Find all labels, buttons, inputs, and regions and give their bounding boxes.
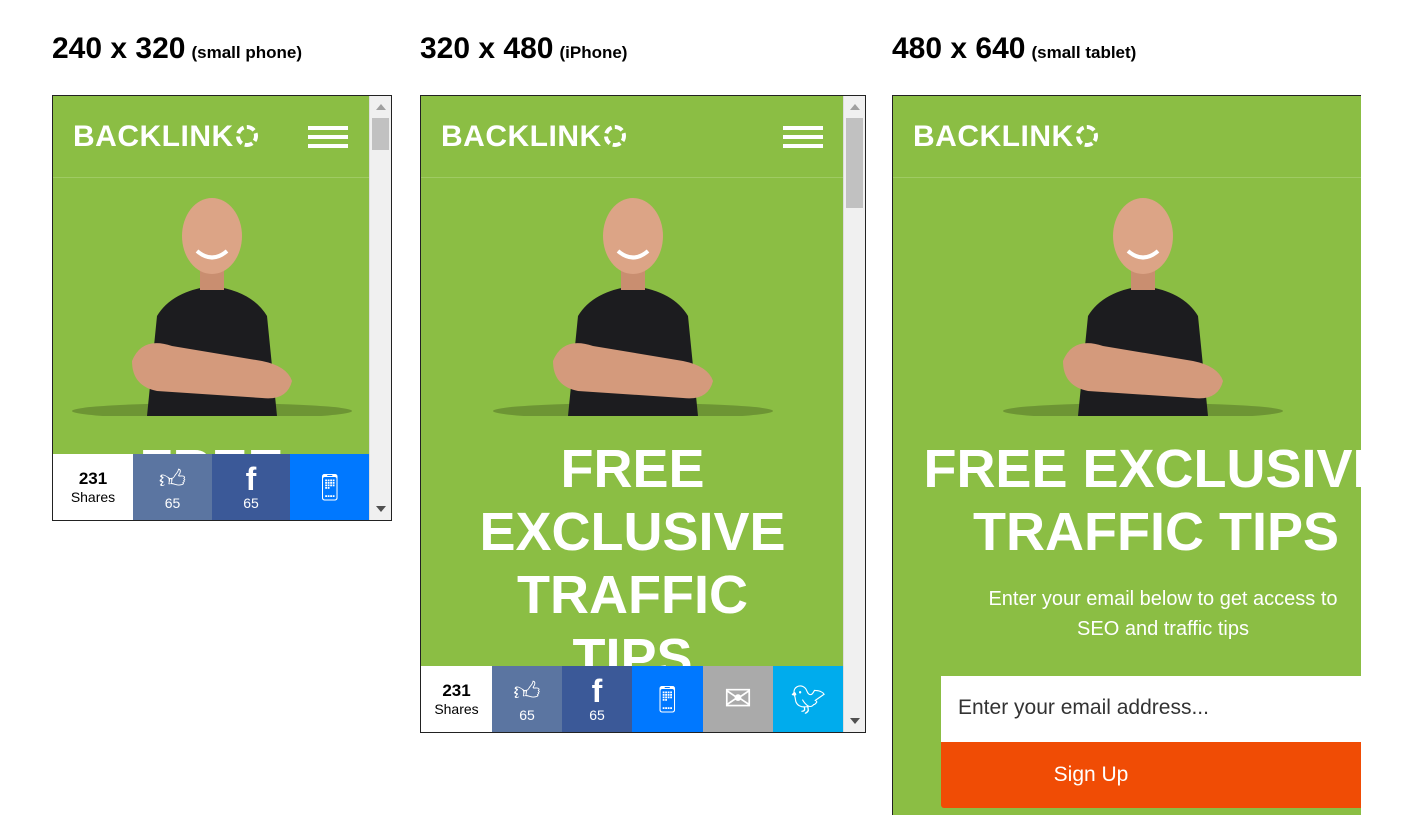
share-bar: 231 Shares 👍︎ 65 f 65 📱︎ ✉︎ 🐦︎ xyxy=(421,666,844,732)
small-phone-frame: BACKLINK FREE 231Shares 👍︎65 f65 📱︎ xyxy=(52,95,392,521)
sms-share-button[interactable]: 📱︎ xyxy=(290,454,370,520)
frame-label-iphone: 320 x 480 (iPhone) xyxy=(420,32,628,65)
backlinko-logo: BACKLINK xyxy=(73,120,258,154)
share-bar: 231 Shares 👍︎ 65 f 65 📱︎ xyxy=(53,454,370,520)
share-count: 231 Shares xyxy=(421,666,492,732)
hero-subtitle: Enter your email below to get access to S… xyxy=(988,588,1338,640)
thumbs-up-icon: 👍︎ xyxy=(513,675,541,706)
site-header: BACKLINK xyxy=(53,96,370,178)
frame-label-small-tablet: 480 x 640 (small tablet) xyxy=(892,32,1137,65)
like-button[interactable]: 👍︎ 65 xyxy=(492,666,562,732)
frame-label-small-phone: 240 x 320 (small phone) xyxy=(52,32,302,65)
scrollbar[interactable] xyxy=(843,96,865,732)
thumbs-up-icon: 👍︎ xyxy=(158,463,187,494)
hero-title: FREE EXCLUSIVE TRAFFIC TIPS xyxy=(923,439,1361,562)
like-button[interactable]: 👍︎ 65 xyxy=(133,454,212,520)
scrollbar[interactable] xyxy=(369,96,391,520)
sms-phone-icon: 📱︎ xyxy=(650,683,684,714)
hero-title: FREE EXCLUSIVE TRAFFIC TIPS xyxy=(479,439,786,688)
hero-photo xyxy=(993,186,1293,419)
twitter-share-button[interactable]: 🐦︎ xyxy=(773,666,844,732)
hero-photo xyxy=(483,186,783,419)
share-count: 231 Shares xyxy=(53,454,133,520)
small-tablet-frame: BACKLINK FREE EXCLUSIVE TRAFFIC TIPS Ente… xyxy=(892,95,1361,815)
facebook-share-button[interactable]: f 65 xyxy=(562,666,632,732)
email-input[interactable]: Enter your email address... xyxy=(941,676,1361,742)
sign-up-button[interactable]: Sign Up xyxy=(941,742,1361,808)
backlinko-logo: BACKLINK xyxy=(913,120,1098,154)
site-header: BACKLINK xyxy=(893,96,1361,178)
site-header: BACKLINK xyxy=(421,96,844,178)
facebook-icon: f xyxy=(245,461,257,497)
hero-photo xyxy=(62,186,362,419)
sms-share-button[interactable]: 📱︎ xyxy=(632,666,703,732)
facebook-share-button[interactable]: f 65 xyxy=(212,454,290,520)
backlinko-logo: BACKLINK xyxy=(441,120,626,154)
envelope-icon: ✉︎ xyxy=(723,680,753,718)
facebook-icon: f xyxy=(591,673,603,709)
twitter-bird-icon: 🐦︎ xyxy=(790,683,827,715)
email-share-button[interactable]: ✉︎ xyxy=(703,666,773,732)
iphone-frame: BACKLINK FREE EXCLUSIVE TRAFFIC TIPS 231 Sha… xyxy=(420,95,866,733)
hamburger-menu-icon[interactable] xyxy=(308,126,348,148)
sms-phone-icon: 📱︎ xyxy=(313,471,347,502)
hamburger-menu-icon[interactable] xyxy=(783,126,823,148)
